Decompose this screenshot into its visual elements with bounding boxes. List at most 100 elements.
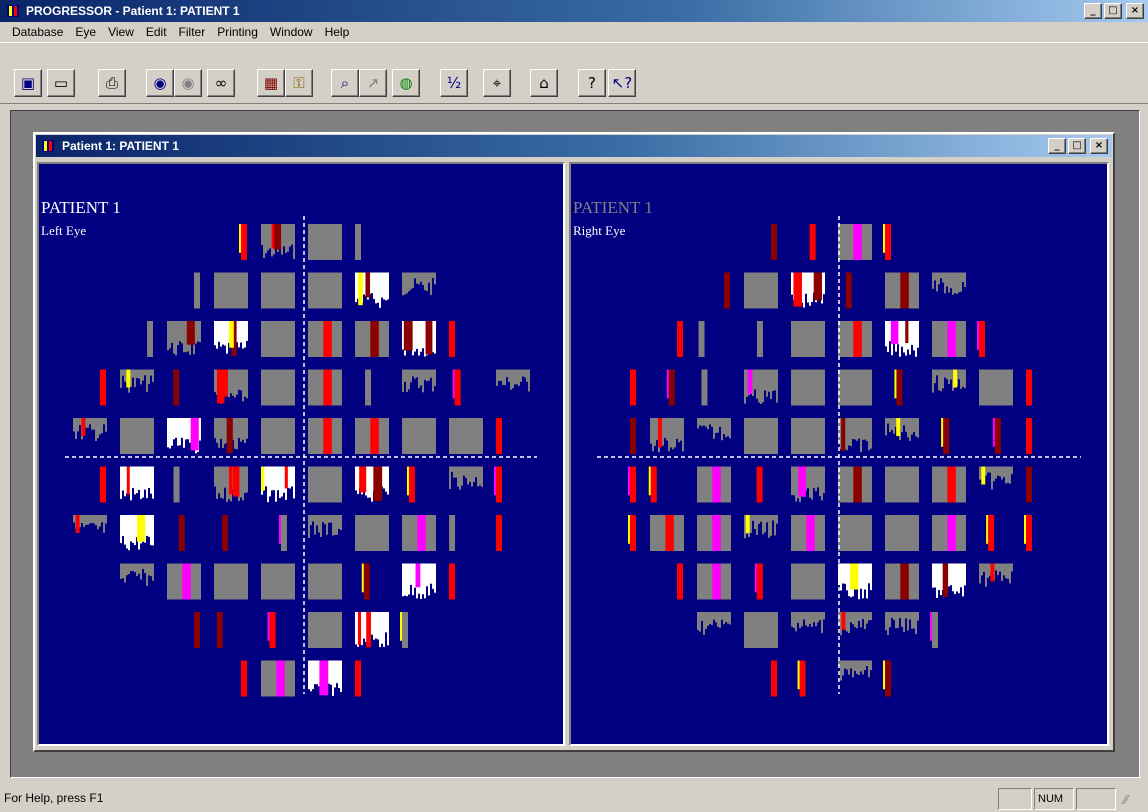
context-help-icon: ↖? [611, 73, 633, 92]
left-field-location [308, 466, 342, 503]
database-icon: ▣ [20, 73, 36, 92]
child-maximize-button[interactable]: □ [1068, 138, 1086, 154]
right-field-location [677, 321, 683, 357]
chart-button[interactable]: ↗ [359, 69, 387, 97]
child-minimize-button[interactable]: _ [1048, 138, 1066, 154]
left-field-location [361, 563, 370, 600]
right-field-location [744, 418, 778, 454]
left-field-location [365, 369, 372, 406]
left-eye-panel[interactable]: PATIENT 1 Left Eye [37, 162, 565, 746]
right-field-location [932, 466, 966, 503]
right-field-location [744, 369, 778, 404]
resize-grip-icon[interactable]: ⁄⁄ [1124, 792, 1142, 810]
left-field-location [402, 515, 436, 551]
eye-view-button[interactable]: ◉ [146, 69, 174, 97]
right-field-location [791, 418, 825, 454]
left-field-location [402, 369, 436, 393]
left-field-location [241, 660, 247, 697]
menu-filter[interactable]: Filter [173, 22, 212, 42]
right-field-location [630, 418, 636, 454]
right-field-location [894, 369, 903, 406]
app-icon [7, 5, 19, 17]
eye-view-icon: ◉ [153, 73, 167, 92]
context-help-button[interactable]: ↖? [608, 69, 636, 97]
menu-edit[interactable]: Edit [140, 22, 173, 42]
left-field-location [308, 660, 342, 696]
left-field-location [449, 418, 483, 454]
calendar-button[interactable]: ▦ [257, 69, 285, 97]
left-field-location [73, 418, 107, 441]
status-pane-scroll [1076, 788, 1116, 810]
help-button[interactable]: ? [578, 69, 606, 97]
right-field-location [838, 515, 872, 551]
left-field-location [308, 612, 342, 648]
right-field-location [885, 515, 919, 551]
minimize-button[interactable]: _ [1084, 3, 1102, 19]
key-icon: ⚿ [293, 73, 305, 92]
right-field-location [885, 466, 919, 503]
help-icon: ? [588, 73, 596, 92]
left-field-location [120, 466, 154, 501]
binoculars-button[interactable]: ∞ [207, 69, 235, 97]
globe-button[interactable]: ◍ [392, 69, 420, 97]
key-button[interactable]: ⚿ [285, 69, 313, 97]
right-field-location [885, 272, 919, 309]
menu-view[interactable]: View [102, 22, 140, 42]
patient-window-title: Patient 1: PATIENT 1 [62, 139, 179, 153]
right-field-location [986, 515, 995, 551]
trash-icon: ⌂ [539, 73, 549, 92]
right-field-location [1026, 418, 1032, 454]
maximize-button[interactable]: □ [1104, 3, 1122, 19]
right-field-location [697, 563, 731, 600]
half-button[interactable]: ½ [440, 69, 468, 97]
right-field-location [932, 321, 966, 357]
magnifier-button[interactable]: ⌕ [331, 69, 359, 97]
right-field-location [885, 418, 919, 441]
right-field-location [932, 369, 966, 393]
left-field-location [222, 515, 229, 551]
left-field-location [402, 272, 436, 296]
right-field-location [979, 369, 1013, 406]
left-field-location [402, 418, 436, 454]
left-field-location [73, 515, 107, 533]
right-eye-panel[interactable]: PATIENT 1 Right Eye [569, 162, 1109, 746]
left-field-location [261, 369, 295, 406]
app-title-bar[interactable]: PROGRESSOR - Patient 1: PATIENT 1 _ □ × [0, 0, 1148, 22]
right-field-location [1026, 369, 1032, 406]
left-field-location [173, 466, 180, 503]
left-field-location [214, 321, 248, 356]
left-field-location [355, 418, 389, 454]
left-field-location [496, 418, 502, 454]
left-field-location [496, 369, 530, 392]
left-field-location [308, 515, 342, 539]
printer-button[interactable]: ⎙ [98, 69, 126, 97]
right-field-location [630, 369, 636, 406]
right-field-location [628, 515, 636, 551]
right-field-location [797, 660, 806, 697]
menu-window[interactable]: Window [264, 22, 319, 42]
menu-help[interactable]: Help [319, 22, 356, 42]
left-field-location [120, 515, 154, 551]
left-field-location [355, 660, 361, 697]
trash-button[interactable]: ⌂ [530, 69, 558, 97]
patient-window-title-bar[interactable]: Patient 1: PATIENT 1 _ □ × [36, 135, 1112, 157]
menu-printing[interactable]: Printing [211, 22, 264, 42]
right-field-location [650, 418, 684, 453]
right-field-location [932, 272, 966, 295]
menu-database[interactable]: Database [6, 22, 69, 42]
status-help-text: For Help, press F1 [4, 791, 104, 805]
right-field-location [756, 466, 763, 503]
right-field-location [838, 418, 872, 453]
close-button[interactable]: × [1126, 3, 1144, 19]
eye-gray-button[interactable]: ◉ [174, 69, 202, 97]
menu-eye[interactable]: Eye [69, 22, 102, 42]
right-field-location [697, 418, 731, 441]
monitor-button[interactable]: ▭ [47, 69, 75, 97]
left-field-location [449, 515, 456, 551]
right-field-location [809, 224, 816, 260]
crosshair-button[interactable]: ⌖ [483, 69, 511, 97]
magnifier-icon: ⌕ [340, 73, 350, 92]
child-close-button[interactable]: × [1090, 138, 1108, 154]
patient-window[interactable]: Patient 1: PATIENT 1 _ □ × PATIENT 1 Lef… [33, 132, 1115, 752]
database-button[interactable]: ▣ [14, 69, 42, 97]
